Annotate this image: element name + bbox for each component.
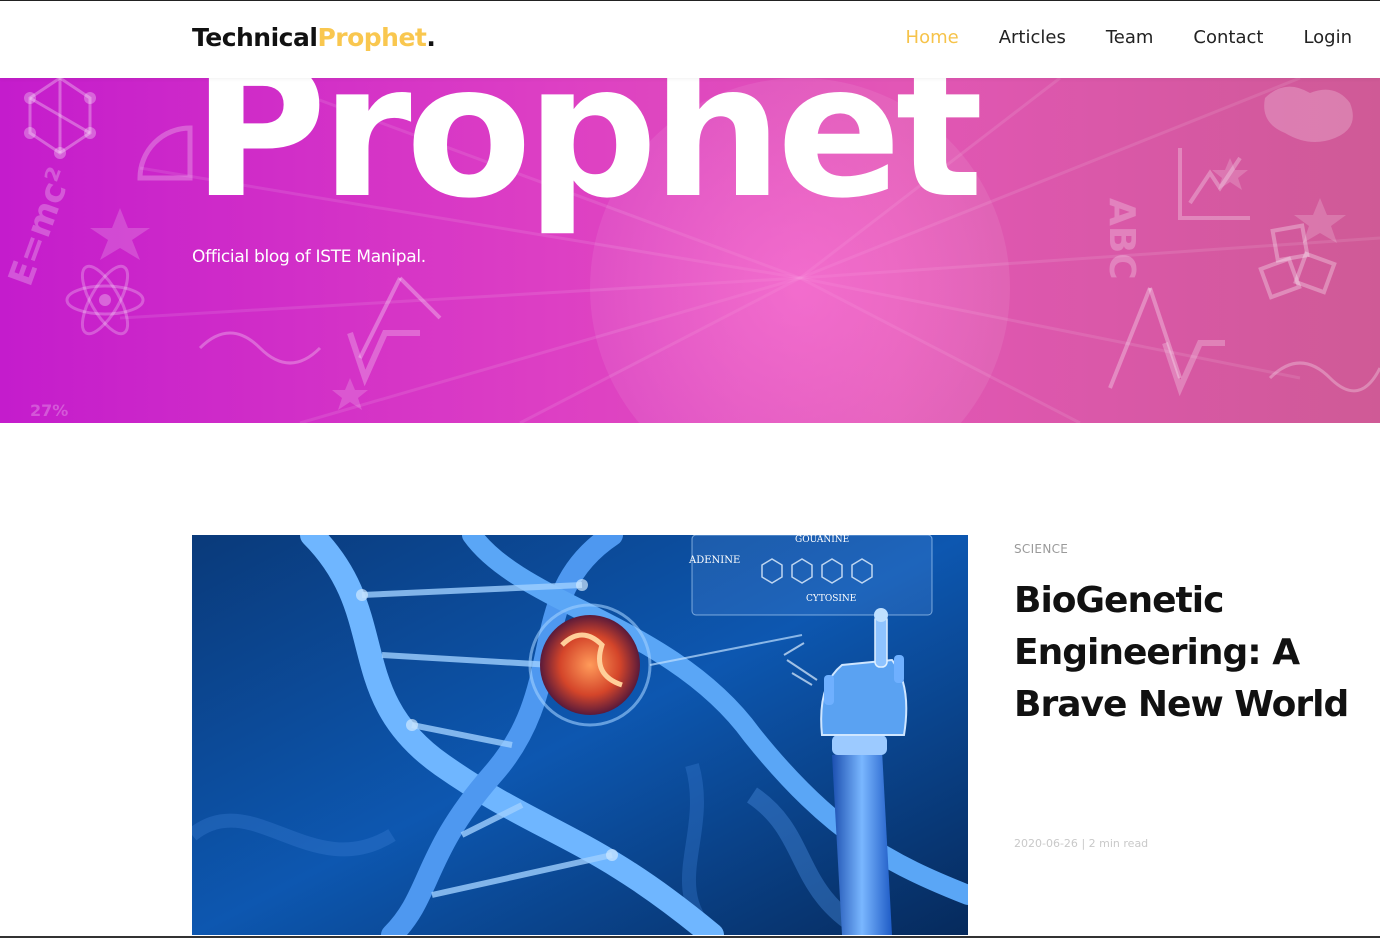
article-read-time: 2 min read <box>1088 837 1149 850</box>
brand-part-technical: Technical <box>192 23 318 52</box>
featured-article: ADENINE GOUANINE CYTOSINE SCIENCE BioGen… <box>192 535 1372 935</box>
nav-login[interactable]: Login <box>1303 27 1352 48</box>
percent-text: 27% <box>30 401 68 420</box>
navbar: TechnicalProphet. Home Articles Team Con… <box>0 0 1380 78</box>
brand-part-prophet: Prophet <box>317 23 427 52</box>
article-title[interactable]: BioGenetic Engineering: A Brave New Worl… <box>1014 575 1369 731</box>
label-cytosine: CYTOSINE <box>806 594 856 604</box>
brand-dot: . <box>426 23 436 52</box>
label-guanine: GOUANINE <box>795 535 849 545</box>
nav-menu: Home Articles Team Contact Login <box>906 27 1352 48</box>
nav-contact[interactable]: Contact <box>1193 27 1263 48</box>
nav-articles[interactable]: Articles <box>999 27 1066 48</box>
dna-robot-illustration: ADENINE GOUANINE CYTOSINE <box>192 535 968 935</box>
bottom-divider <box>0 936 1380 938</box>
brand-logo[interactable]: TechnicalProphet. <box>192 23 436 52</box>
nav-team[interactable]: Team <box>1106 27 1154 48</box>
abc-text: ABC <box>1101 198 1142 280</box>
label-adenine: ADENINE <box>688 555 740 566</box>
hero-subtitle: Official blog of ISTE Manipal. <box>192 247 426 267</box>
article-info: 2020-06-26 | 2 min read <box>1014 837 1148 850</box>
nav-home[interactable]: Home <box>906 27 959 48</box>
article-date: 2020-06-26 <box>1014 837 1078 850</box>
article-thumbnail[interactable]: ADENINE GOUANINE CYTOSINE <box>192 535 968 935</box>
article-separator: | <box>1081 837 1086 850</box>
formula-text: E=mc² <box>1 163 80 291</box>
article-category[interactable]: SCIENCE <box>1014 542 1068 556</box>
hero-banner: E=mc² ABC 27% Prophet Official blog of I… <box>0 78 1380 423</box>
hero-title: Prophet <box>192 78 983 239</box>
